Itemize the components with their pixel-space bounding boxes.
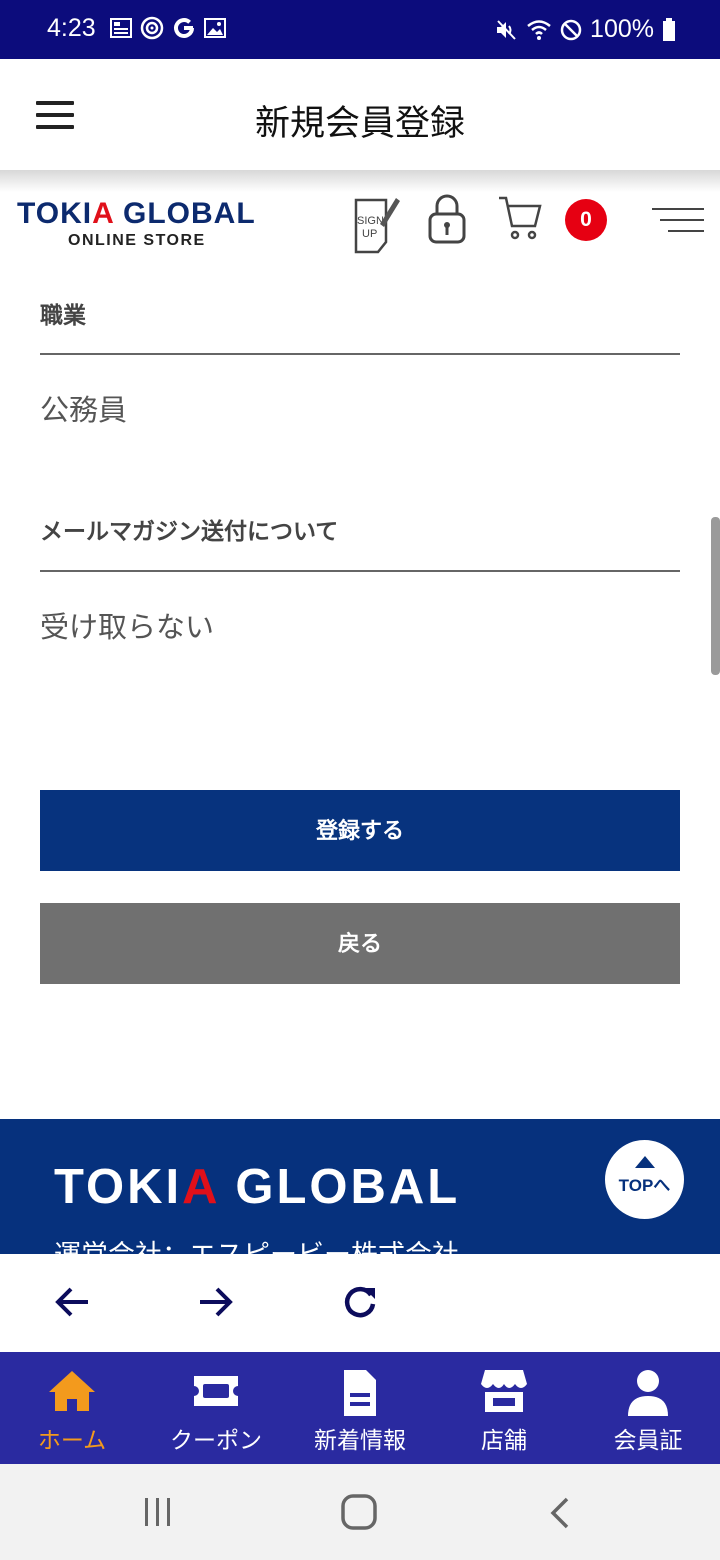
bottom-tab-bar: ホーム クーポン 新着情報 店舗 会員証 (0, 1352, 720, 1464)
home-icon (49, 1371, 95, 1411)
signup-icon-text-2: UP (362, 228, 377, 240)
reload-icon[interactable] (340, 1282, 380, 1322)
newsletter-label: メールマガジン送付について (40, 519, 339, 545)
status-time: 4:23 (47, 14, 96, 42)
tab-label: 会員証 (613, 1428, 683, 1454)
occupation-label: 職業 (40, 303, 86, 329)
status-icons-left (110, 16, 226, 40)
back-to-top-label: TOPへ (618, 1176, 671, 1195)
tab-label: 店舗 (481, 1428, 527, 1454)
occupation-value: 公務員 (40, 393, 128, 427)
tab-news[interactable]: 新着情報 (288, 1352, 432, 1464)
home-nav-icon[interactable] (340, 1494, 378, 1530)
person-icon (628, 1370, 668, 1416)
tab-member-card[interactable]: 会員証 (576, 1352, 720, 1464)
brand-subtitle: ONLINE STORE (68, 232, 206, 249)
tab-label: 新着情報 (314, 1428, 406, 1454)
newsletter-divider (40, 570, 680, 572)
tab-label: ホーム (37, 1428, 107, 1454)
recent-apps-icon[interactable] (142, 1496, 174, 1528)
signup-icon-text-1: SIGN (357, 215, 384, 227)
forward-arrow-icon[interactable] (196, 1282, 236, 1322)
lock-icon[interactable] (428, 194, 466, 244)
system-nav-bar (0, 1464, 720, 1560)
mute-icon (497, 19, 516, 40)
gallery-icon (204, 18, 226, 38)
scrollbar[interactable] (711, 517, 720, 675)
wifi-icon (527, 19, 551, 40)
document-icon (344, 1370, 376, 1416)
store-logo[interactable]: TOKIA GLOBAL ONLINE STORE (17, 197, 256, 250)
battery-percent: 100% (590, 15, 654, 43)
status-bar: 4:23 100% (0, 0, 720, 59)
page-title: 新規会員登録 (254, 104, 465, 144)
store-header: TOKIA GLOBAL ONLINE STORE SIGN UP 0 (0, 182, 720, 262)
occupation-divider (40, 353, 680, 355)
battery-icon (663, 17, 675, 41)
tab-coupon[interactable]: クーポン (144, 1352, 288, 1464)
footer-logo: TOKIA GLOBAL (54, 1160, 461, 1214)
signup-icon[interactable]: SIGN UP (352, 194, 402, 258)
news-icon (110, 18, 132, 38)
store-icon (481, 1370, 527, 1412)
footer-company: 運営会社：エスピービー株式会社 (54, 1233, 459, 1254)
newsletter-value: 受け取らない (40, 610, 215, 644)
back-to-top-button[interactable]: TOPへ (603, 1138, 686, 1221)
coupon-icon (194, 1376, 238, 1406)
location-icon (140, 16, 164, 40)
back-arrow-icon[interactable] (52, 1282, 92, 1322)
tab-store[interactable]: 店舗 (432, 1352, 576, 1464)
store-menu-icon[interactable] (652, 208, 704, 238)
app-header: 新規会員登録 (0, 59, 720, 172)
back-button[interactable]: 戻る (40, 903, 680, 984)
block-icon (560, 19, 582, 40)
cart-count-badge: 0 (565, 199, 607, 241)
cart-icon[interactable] (497, 194, 543, 242)
brand-name: TOKIA GLOBAL (17, 197, 256, 230)
register-button[interactable]: 登録する (40, 790, 680, 871)
up-arrow-icon (634, 1156, 655, 1168)
browser-nav (0, 1254, 720, 1352)
status-icons-right: 100% (494, 15, 676, 44)
google-icon (174, 18, 194, 38)
back-nav-icon[interactable] (548, 1496, 572, 1530)
tab-home[interactable]: ホーム (0, 1352, 144, 1464)
tab-label: クーポン (170, 1428, 262, 1454)
